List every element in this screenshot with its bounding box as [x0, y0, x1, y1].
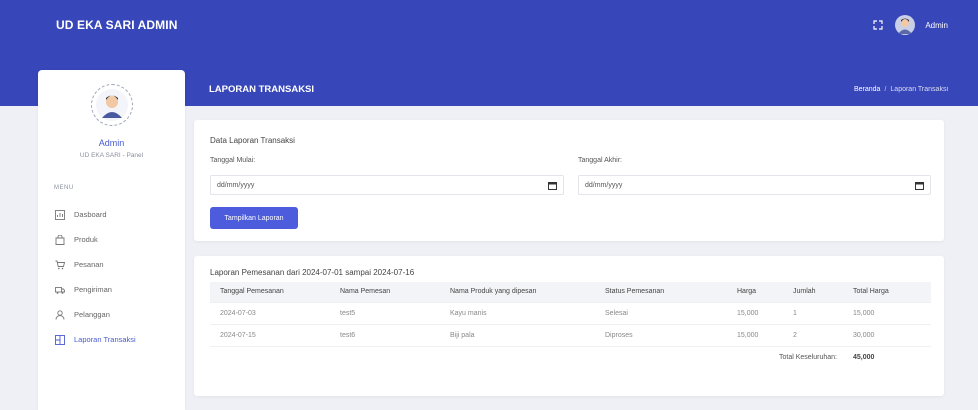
- cell-quantity: 2: [783, 323, 843, 346]
- column-header: Nama Produk yang dipesan: [450, 288, 537, 296]
- profile-avatar: [90, 84, 133, 126]
- end-date-value: dd/mm/yyyy: [585, 181, 623, 189]
- sidebar-menu: Dasboard Produk Pesanan Pengiriman Pelan…: [38, 202, 185, 352]
- breadcrumb-home[interactable]: Beranda: [854, 86, 880, 93]
- cell-order-date: 2024-07-03: [210, 301, 330, 324]
- end-date-label: Tanggal Akhir:: [578, 157, 622, 164]
- sidebar-item-label: Produk: [74, 235, 98, 244]
- bag-icon: [54, 234, 65, 245]
- sidebar-item-laporan-transaksi[interactable]: Laporan Transaksi: [38, 327, 185, 352]
- cell-product-name: Kayu manis: [440, 301, 595, 324]
- column-header: Harga: [737, 288, 757, 296]
- cell-customer-name: test6: [330, 323, 440, 346]
- sidebar-profile: Admin UD EKA SARI - Panel: [38, 70, 185, 159]
- column-header: Jumlah: [793, 288, 816, 296]
- column-header: Nama Pemesan: [340, 288, 391, 296]
- report-card-title: Laporan Pemesanan dari 2024-07-01 sampai…: [210, 268, 415, 277]
- cell-price: 15,000: [727, 323, 783, 346]
- breadcrumb-separator: /: [884, 86, 887, 93]
- topbar-actions: Admin: [871, 15, 948, 35]
- profile-name: Admin: [98, 138, 125, 148]
- brand-title[interactable]: UD EKA SARI ADMIN: [56, 18, 177, 32]
- sidebar-item-pengiriman[interactable]: Pengiriman: [38, 277, 185, 302]
- column-header: Tanggal Pemesanan: [220, 288, 284, 296]
- filter-card: Data Laporan Transaksi Tanggal Mulai: dd…: [194, 120, 944, 241]
- breadcrumb: Beranda / Laporan Transaksi: [854, 86, 948, 93]
- sidebar: Admin UD EKA SARI - Panel MENU Dasboard …: [38, 70, 185, 410]
- cell-price: 15,000: [727, 301, 783, 324]
- user-name[interactable]: Admin: [925, 21, 948, 30]
- sidebar-item-pesanan[interactable]: Pesanan: [38, 252, 185, 277]
- start-date-input[interactable]: dd/mm/yyyy: [210, 175, 564, 195]
- top-navbar: UD EKA SARI ADMIN Admin: [0, 0, 978, 50]
- menu-header: MENU: [54, 185, 74, 191]
- page-title: LAPORAN TRANSAKSI: [209, 84, 315, 95]
- table-total-row: Total Keseluruhan: 45,000: [210, 345, 931, 368]
- column-header: Total Harga: [853, 288, 889, 296]
- cell-order-status: Diproses: [595, 323, 727, 346]
- user-avatar[interactable]: [895, 15, 916, 35]
- sidebar-item-pelanggan[interactable]: Pelanggan: [38, 302, 185, 327]
- report-icon: [54, 334, 65, 345]
- calendar-icon[interactable]: [915, 181, 924, 190]
- cell-customer-name: test5: [330, 301, 440, 324]
- cell-total-price: 15,000: [843, 301, 931, 324]
- table-row: 2024-07-03 test5 Kayu manis Selesai 15,0…: [210, 301, 931, 324]
- profile-subtitle: UD EKA SARI - Panel: [79, 152, 144, 159]
- sidebar-item-label: Dasboard: [74, 210, 107, 219]
- cell-total-price: 30,000: [843, 323, 931, 346]
- user-icon: [54, 309, 65, 320]
- start-date-label: Tanggal Mulai:: [210, 157, 256, 164]
- start-date-value: dd/mm/yyyy: [217, 181, 255, 189]
- total-value: 45,000: [843, 345, 931, 368]
- table-header-row: Tanggal Pemesanan Nama Pemesan Nama Prod…: [210, 282, 931, 302]
- show-report-button[interactable]: Tampilkan Laporan: [210, 207, 298, 229]
- cell-order-date: 2024-07-15: [210, 323, 330, 346]
- cart-icon: [54, 259, 65, 270]
- filter-card-title: Data Laporan Transaksi: [210, 136, 295, 145]
- cell-order-status: Selesai: [595, 301, 727, 324]
- fullscreen-icon[interactable]: [871, 18, 885, 32]
- cell-product-name: Biji pala: [440, 323, 595, 346]
- sidebar-item-label: Pengiriman: [74, 285, 112, 294]
- breadcrumb-current: Laporan Transaksi: [890, 86, 948, 93]
- sidebar-item-produk[interactable]: Produk: [38, 227, 185, 252]
- report-card: Laporan Pemesanan dari 2024-07-01 sampai…: [194, 256, 944, 396]
- column-header: Status Pemesanan: [605, 288, 665, 296]
- sidebar-item-label: Pelanggan: [74, 310, 110, 319]
- end-date-input[interactable]: dd/mm/yyyy: [578, 175, 931, 195]
- dashboard-icon: [54, 209, 65, 220]
- calendar-icon[interactable]: [548, 181, 557, 190]
- total-label: Total Keseluruhan:: [210, 345, 843, 368]
- truck-icon: [54, 284, 65, 295]
- sidebar-item-label: Laporan Transaksi: [74, 335, 136, 344]
- report-table: Tanggal Pemesanan Nama Pemesan Nama Prod…: [210, 282, 931, 368]
- sidebar-item-dashboard[interactable]: Dasboard: [38, 202, 185, 227]
- cell-quantity: 1: [783, 301, 843, 324]
- sidebar-item-label: Pesanan: [74, 260, 104, 269]
- table-row: 2024-07-15 test6 Biji pala Diproses 15,0…: [210, 323, 931, 346]
